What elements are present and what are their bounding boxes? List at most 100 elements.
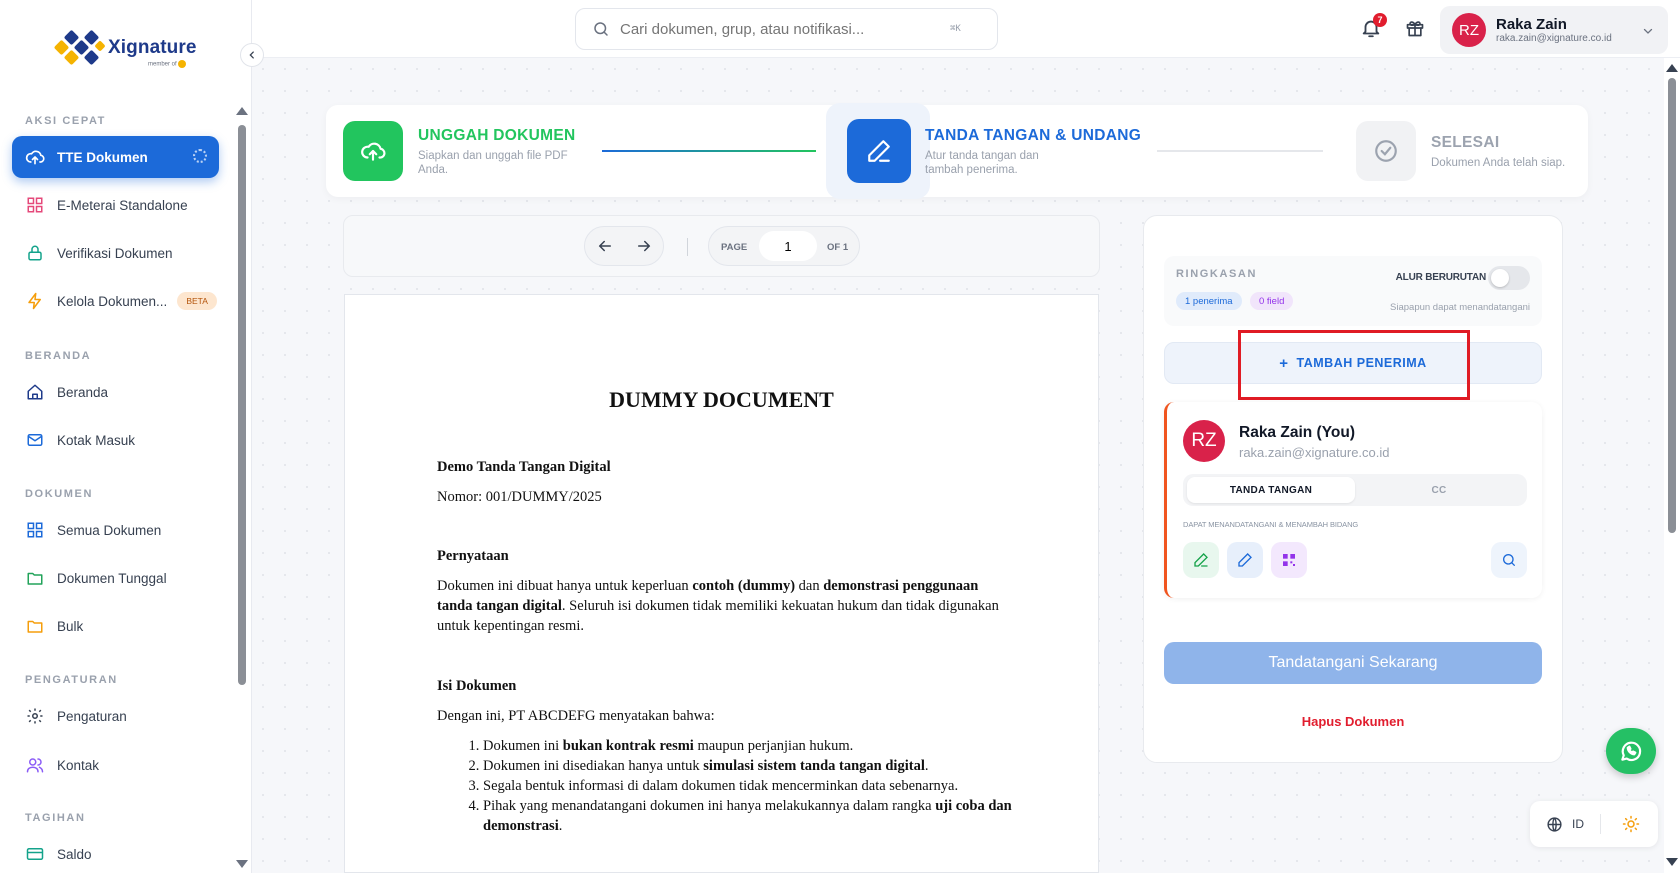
document-list: Dokumen ini bukan kontrak resmi maupun p… <box>437 736 1027 836</box>
field-count-chip: 0 field <box>1250 292 1294 310</box>
sidebar-item-bulk[interactable]: Bulk <box>12 605 219 647</box>
language-theme-switcher: ID <box>1530 801 1658 847</box>
scrollbar-thumb[interactable] <box>1668 78 1676 533</box>
step-desc: Siapkan dan unggah file PDF Anda. <box>418 150 568 176</box>
topbar: ⌘K 7 RZ Raka Zain raka.zain@xignature.co… <box>252 0 1680 58</box>
sidebar-item-verifikasi[interactable]: Verifikasi Dokumen <box>12 232 219 274</box>
main-scrollbar[interactable] <box>1664 58 1680 873</box>
sidebar-item-kotak-masuk[interactable]: Kotak Masuk <box>12 419 219 461</box>
language-code[interactable]: ID <box>1572 817 1584 831</box>
pen-icon <box>1194 553 1208 567</box>
sidebar-item-label: Kontak <box>57 757 100 773</box>
signature-tool-button[interactable] <box>1183 542 1219 578</box>
avatar: RZ <box>1452 13 1486 47</box>
tab-cc[interactable]: CC <box>1355 477 1523 503</box>
scrollbar-thumb[interactable] <box>238 125 246 685</box>
document-heading: Demo Tanda Tangan Digital <box>437 459 611 475</box>
scroll-up-arrow-icon[interactable] <box>1666 64 1678 72</box>
sidebar-item-label: E-Meterai Standalone <box>57 197 188 213</box>
section-intro: Dengan ini, PT ABCDEFG menyatakan bahwa: <box>437 708 715 724</box>
search-icon <box>1503 554 1515 566</box>
find-field-button[interactable] <box>1491 542 1527 578</box>
recipient-panel: RINGKASAN 1 penerima 0 field ALUR BERURU… <box>1143 215 1563 763</box>
sidebar-item-saldo[interactable]: Saldo <box>12 833 219 873</box>
scroll-up-arrow-icon[interactable] <box>236 107 248 115</box>
step-desc: Atur tanda tangan dan tambah penerima. <box>925 150 1039 176</box>
sun-icon[interactable] <box>1622 815 1640 833</box>
chevron-down-icon <box>1643 28 1653 34</box>
highlight-box <box>1238 330 1470 400</box>
step-title: UNGGAH DOKUMEN <box>418 127 576 144</box>
sidebar-item-tte-dokumen[interactable]: TTE Dokumen <box>12 136 219 178</box>
notification-count-badge: 7 <box>1373 13 1387 27</box>
tab-sign[interactable]: TANDA TANGAN <box>1187 477 1355 503</box>
section-label: DOKUMEN <box>25 488 94 500</box>
home-icon <box>25 382 45 402</box>
lock-icon <box>25 243 45 263</box>
step-sign <box>847 119 911 183</box>
sidebar-item-kelola[interactable]: Kelola Dokumen... BETA <box>12 280 219 322</box>
folder-icon <box>25 616 45 636</box>
initial-tool-button[interactable] <box>1227 542 1263 578</box>
sidebar-item-semua-dokumen[interactable]: Semua Dokumen <box>12 509 219 551</box>
sidebar-scrollbar[interactable] <box>235 105 248 870</box>
gift-icon[interactable] <box>1405 18 1425 38</box>
search-box[interactable]: ⌘K <box>575 8 998 50</box>
sidebar-item-label: Beranda <box>57 384 109 400</box>
sidebar-item-kontak[interactable]: Kontak <box>12 744 219 786</box>
expand-icon <box>193 149 207 163</box>
scroll-down-arrow-icon[interactable] <box>1666 858 1678 866</box>
sign-now-button[interactable]: Tandatangani Sekarang <box>1164 642 1542 684</box>
sequential-flow-hint: Siapapun dapat menandatangani <box>1390 302 1530 313</box>
sidebar-item-pengaturan[interactable]: Pengaturan <box>12 695 219 737</box>
pencil-icon <box>1238 553 1252 567</box>
role-tabs: TANDA TANGAN CC <box>1183 474 1527 506</box>
step-title: SELESAI <box>1431 134 1500 151</box>
scroll-down-arrow-icon[interactable] <box>236 860 248 868</box>
document-title: DUMMY DOCUMENT <box>609 387 834 412</box>
sequential-flow-toggle[interactable] <box>1488 266 1530 290</box>
page-box: PAGE OF 1 <box>708 226 860 266</box>
gear-icon <box>25 706 45 726</box>
sidebar-item-e-meterai[interactable]: E-Meterai Standalone <box>12 184 219 226</box>
sidebar-item-dokumen-tunggal[interactable]: Dokumen Tunggal <box>12 557 219 599</box>
bolt-icon <box>25 291 45 311</box>
sidebar-item-label: Verifikasi Dokumen <box>57 245 173 261</box>
beta-badge: BETA <box>177 292 217 310</box>
sidebar-item-label: Semua Dokumen <box>57 522 162 538</box>
section-title: Isi Dokumen <box>437 678 517 694</box>
page-label: PAGE <box>721 242 748 253</box>
brand-logo[interactable]: Xignature member of <box>53 28 197 68</box>
grid-icon <box>25 520 45 540</box>
user-menu[interactable]: RZ Raka Zain raka.zain@xignature.co.id <box>1440 6 1668 54</box>
qr-tool-button[interactable] <box>1271 542 1307 578</box>
avatar: RZ <box>1183 420 1225 462</box>
divider <box>687 238 688 256</box>
pen-icon <box>868 140 890 162</box>
search-input[interactable] <box>620 20 950 38</box>
arrow-left-icon[interactable] <box>596 237 614 255</box>
sidebar-item-label: Kelola Dokumen... <box>57 293 168 309</box>
step-done <box>1356 121 1416 181</box>
arrow-right-icon[interactable] <box>635 237 653 255</box>
step-connector <box>602 150 816 152</box>
whatsapp-button[interactable] <box>1606 728 1656 774</box>
delete-document-link[interactable]: Hapus Dokumen <box>1144 714 1562 729</box>
globe-icon[interactable] <box>1546 816 1563 833</box>
chevron-left-icon <box>249 51 254 59</box>
document-preview[interactable]: DUMMY DOCUMENT Demo Tanda Tangan Digital… <box>344 294 1099 873</box>
sidebar-item-label: Dokumen Tunggal <box>57 570 167 586</box>
section-title: Pernyataan <box>437 548 509 564</box>
whatsapp-icon <box>1621 741 1642 762</box>
qr-code-icon <box>1283 554 1295 566</box>
document-number: Nomor: 001/DUMMY/2025 <box>437 489 602 505</box>
page-arrows <box>584 226 664 266</box>
sidebar-item-beranda[interactable]: Beranda <box>12 371 219 413</box>
grid-icon <box>25 195 45 215</box>
summary-card: RINGKASAN 1 penerima 0 field ALUR BERURU… <box>1164 256 1542 326</box>
page-number-input[interactable] <box>759 231 817 261</box>
collapse-sidebar-button[interactable] <box>240 43 264 67</box>
progress-stepper: UNGGAH DOKUMEN Siapkan dan unggah file P… <box>326 103 1588 199</box>
sidebar-item-label: Bulk <box>57 618 84 634</box>
user-email: raka.zain@xignature.co.id <box>1496 33 1612 44</box>
